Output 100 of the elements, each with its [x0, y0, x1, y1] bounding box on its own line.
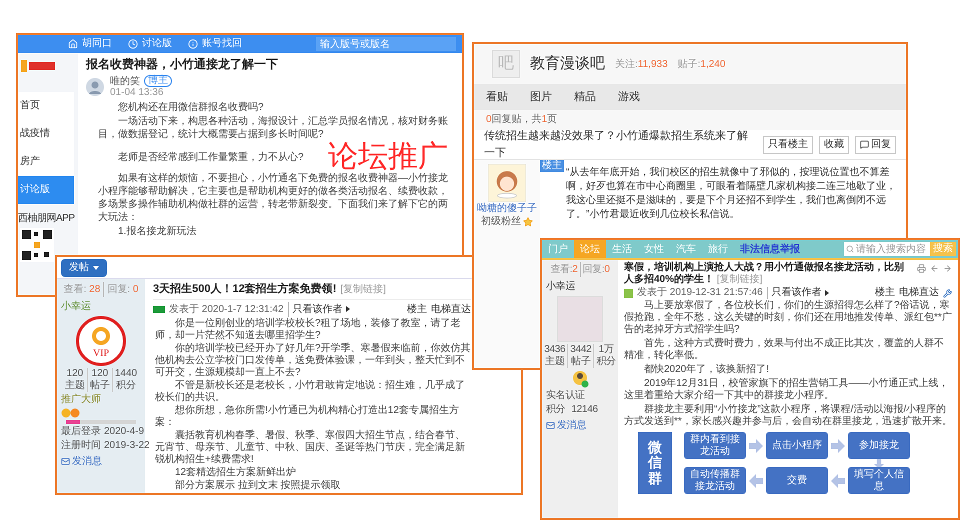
stat-value: 120	[92, 368, 108, 380]
post-title: 报名收费神器，小竹通接龙了解一下	[86, 57, 279, 72]
send-message-link[interactable]: 发消息	[542, 418, 586, 433]
post-paragraph: 部分方案展示 拉到文末 按照提示领取	[174, 480, 342, 492]
forum-stat: 贴子:1,240	[678, 58, 726, 72]
only-author-link[interactable]: 只看该作者	[288, 302, 350, 316]
forum-tab[interactable]: 图片	[530, 88, 552, 106]
flow-step: 点击小程序	[766, 432, 828, 459]
floor-label: 楼主	[407, 302, 427, 316]
nav-link[interactable]: 胡同口	[68, 38, 112, 50]
post-title: 传统招生越来越没效果了？小竹通爆款招生系统来了解一下	[484, 128, 749, 160]
stat-label: 积分	[596, 356, 616, 368]
forum-tab[interactable]: 看贴	[486, 88, 508, 106]
info-value: 12146	[571, 404, 598, 416]
forum-tab[interactable]: 精品	[574, 88, 596, 106]
stat-value: 120	[66, 368, 84, 380]
post-paragraph: 想你所想，急你所需!小竹通已为机构精心打造出12套专属招生方案：	[155, 404, 460, 428]
avatar-drawing	[488, 164, 526, 202]
next-icon[interactable]	[943, 264, 952, 273]
post-paragraph: 您机构还在用微信群报名收费吗?	[117, 101, 265, 114]
view-count: 查看:2	[550, 262, 578, 277]
stat-value: 1440	[114, 368, 138, 380]
post-paragraph: 1.报名接龙新玩法	[117, 225, 198, 238]
search-field[interactable]: 请输入搜索内容	[844, 242, 930, 256]
comment-icon	[860, 140, 869, 149]
triangle-icon	[346, 306, 350, 312]
online-status-icon	[153, 306, 165, 312]
stat-label: 主题	[64, 380, 85, 392]
reply-count: 回复: 0	[103, 282, 138, 297]
print-icon[interactable]	[917, 264, 926, 273]
stat-value: 3436	[544, 344, 566, 356]
avatar-icon	[86, 78, 104, 96]
arrow-icon	[749, 474, 763, 488]
post-paragraph: 囊括教育机构春季、暑假、秋季、寒假四大招生节点，结合春节、元宵节、母亲节、儿童节、中秋、国庆、圣诞等热门节庆，完全满足新锐机构招生+续费需求!	[155, 430, 466, 466]
avatar-icon	[571, 370, 589, 388]
post-paragraph: 都快2020年了，该换新招了!	[643, 364, 770, 376]
post-time: 01-04 13:36	[110, 87, 164, 98]
post-paragraph: 不管是新校长还是老校长，小竹君敢肯定地说：招生难，几乎成了校长们的共识。	[155, 380, 466, 404]
sidebar-item[interactable]: 首页	[18, 92, 74, 120]
post-action-button[interactable]: 回复	[855, 136, 896, 154]
post-action-button[interactable]: 只看楼主	[763, 136, 813, 154]
forum-stat: 关注:11,933	[615, 58, 668, 72]
post-title: 3天招生500人！12套招生方案免费领!	[153, 281, 336, 297]
info-label: 注册时间	[61, 440, 101, 452]
user-name: 小幸运	[60, 300, 91, 314]
sidebar-item[interactable]: 房产	[18, 148, 74, 176]
info-icon	[188, 39, 198, 49]
flow-step: 群内看到接龙活动	[684, 432, 746, 459]
home-icon	[68, 39, 78, 49]
only-author-link[interactable]: 只看该作者	[766, 287, 829, 299]
mail-icon	[61, 457, 70, 466]
new-post-button[interactable]: 发帖	[61, 258, 107, 276]
copy-link[interactable]: [复制链接]	[716, 274, 762, 285]
copy-link[interactable]: [复制链接]	[340, 282, 386, 297]
flow-step: 自动传播群接龙活动	[684, 467, 746, 494]
online-status-icon	[624, 288, 633, 298]
search-icon	[846, 245, 854, 253]
stat-label: 帖子	[90, 380, 110, 392]
post-paragraph: “从去年年底开始，我们校区的招生就像中了邪似的，按理说位置也不算差啊，好歹也算在市中心商圈里，可眼看着隔壁几家机构接二连三地歇了业，我这心里还挺不是滋味的，要是下个月还招不到学生，我们也离倒闭不远了。”小竹君最近收到几位校长私信说。	[566, 166, 896, 222]
star-icon	[523, 217, 533, 227]
vip-stamp-drawing: VIP	[76, 316, 126, 366]
post-paragraph: 马上要放寒假了，各位校长们，你们的生源招得怎么样了?俗话说，寒假抢跑，全年不愁，这么关键的时刻，你们还在用地推发传单、派红包**广告的老掉牙方式招学生吗?	[624, 300, 952, 336]
send-message-link[interactable]: 发消息	[57, 454, 102, 469]
post-paragraph: 你的培训学校已经开办了好几年?开学季、寒暑假来临前，你效仿其他机构去公立学校门口发传单，送免费体验课，一年到头，整天忙到不可开交，生源规模却一直上不去?	[155, 342, 471, 378]
post-paragraph: 群接龙主要利用“小竹接龙”这款小程序，将课程/活动以海报/小程序的方式发送到**，家长感兴趣并参与后，会自动在群里接龙，迅速扩散开来。	[624, 404, 952, 428]
author-name: 唯的笑	[110, 76, 140, 86]
jump-link[interactable]: 电梯直达	[899, 287, 939, 299]
nav-tab[interactable]: 非法信息举报	[734, 240, 806, 258]
floor-label: 楼主	[875, 287, 895, 299]
flow-step: 填写个人信息	[848, 467, 910, 494]
stat-label: 帖子	[571, 356, 591, 368]
stat-label: 主题	[545, 356, 564, 368]
nav-link[interactable]: 讨论版	[128, 38, 172, 50]
post-paragraph: 你是一位刚创业的培训学校校长?租了场地，装修了教室，请了老师，却一片茫然不知道去哪里招学生?	[155, 318, 462, 342]
overlay-caption: 论坛推广	[328, 142, 448, 172]
wrench-icon	[943, 288, 952, 298]
post-meta: 发表于 2020-1-7 12:31:42	[169, 302, 284, 316]
arrow-icon	[749, 438, 763, 452]
nav-link[interactable]: 账号找回	[188, 38, 242, 50]
sidebar-item[interactable]: 讨论版	[18, 176, 74, 204]
verified-label: 实名认证	[545, 390, 585, 402]
post-paragraph: 如果有这样的烦恼，不要担心，小竹通名下免费的报名收费神器—小竹接龙小程序能够帮助解决，它主要也是帮助机构更好的做各类活动报名、续费收款，多场景多操作辅助机构做社群的运营，转老带新裂变。下面我们来了解下它的两大玩法：	[98, 172, 449, 224]
search-field[interactable]: 输入版号或版名	[316, 37, 456, 51]
reply-count: 回复:0	[580, 262, 610, 277]
clock-icon	[128, 39, 138, 49]
app-label: 西柚朋网APP	[18, 213, 74, 225]
mail-icon	[546, 421, 555, 430]
user-rank: 推广大师	[60, 394, 101, 406]
flow-step: 参加接龙	[848, 432, 910, 459]
jump-link[interactable]: 电梯直达	[431, 302, 471, 316]
post-action-button[interactable]: 收藏	[819, 136, 849, 154]
forum-tab[interactable]: 游戏	[618, 88, 640, 106]
post-paragraph: 首先，这种方式费时费力，效果与付出不成正比其次，覆盖的人群不精准，转化率低。	[624, 338, 945, 362]
sidebar-item[interactable]: 战疫情	[18, 120, 74, 148]
post-paragraph: 老师是否经常感到工作量繁重，力不从心?	[117, 150, 305, 164]
previous-icon[interactable]	[930, 264, 939, 273]
user-name: 呦糖的傻子子	[477, 203, 537, 215]
stat-value: 3442	[570, 344, 592, 356]
op-badge: 楼主	[540, 160, 564, 172]
forum-name: 教育漫谈吧	[530, 54, 605, 74]
